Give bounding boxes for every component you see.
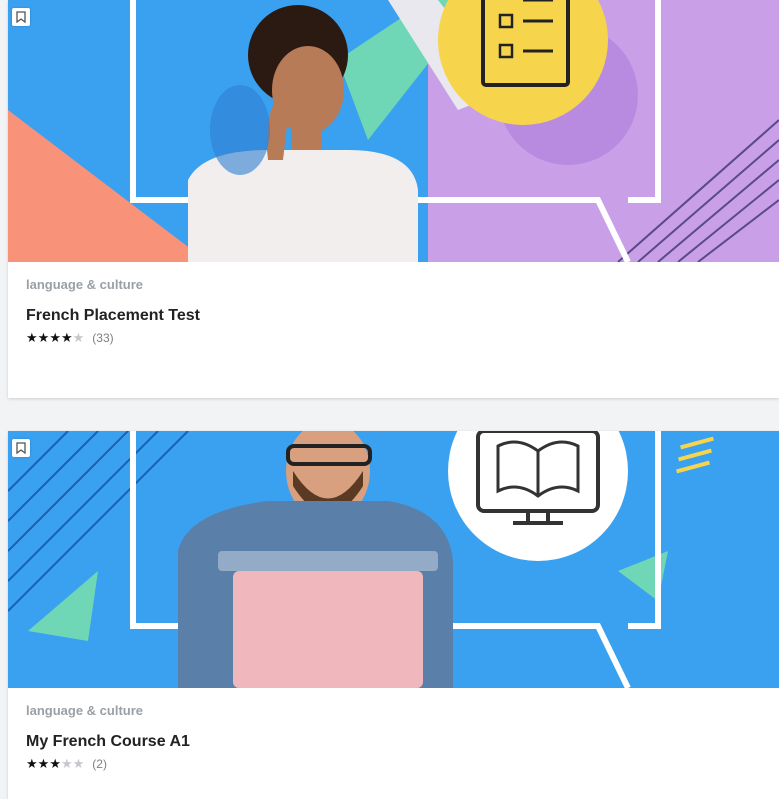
star-icon: ★ <box>72 330 85 345</box>
course-category: language & culture <box>26 703 144 718</box>
course-category: language & culture <box>26 277 144 292</box>
course-card[interactable]: language & culture French Placement Test… <box>8 0 779 398</box>
banner-illustration <box>8 0 779 262</box>
star-icon: ★ <box>37 330 50 345</box>
star-icon: ★ <box>49 756 61 771</box>
review-count: (2) <box>92 756 107 771</box>
review-count: (33) <box>92 330 114 345</box>
rating-stars: ★★★★★ <box>26 756 84 771</box>
banner-illustration <box>8 431 779 688</box>
star-icon: ★ <box>37 756 50 771</box>
rating-stars: ★★★★★ <box>26 330 84 345</box>
star-icon: ★ <box>26 756 38 771</box>
star-icon: ★ <box>60 330 73 345</box>
course-banner-image[interactable] <box>8 431 779 688</box>
course-banner-image[interactable] <box>8 0 779 262</box>
bookmark-icon <box>16 11 26 23</box>
bookmark-button[interactable] <box>12 8 30 26</box>
bookmark-button[interactable] <box>12 439 30 457</box>
star-icon: ★ <box>26 330 38 345</box>
bookmark-icon <box>16 442 26 454</box>
course-rating: ★★★★★ (33) <box>26 330 114 345</box>
course-title[interactable]: French Placement Test <box>26 307 200 325</box>
star-icon: ★ <box>49 330 61 345</box>
star-icon: ★ <box>72 756 85 771</box>
course-card[interactable]: language & culture My French Course A1 ★… <box>8 431 779 799</box>
course-rating: ★★★★★ (2) <box>26 756 107 771</box>
star-icon: ★ <box>60 756 73 771</box>
course-title[interactable]: My French Course A1 <box>26 733 190 751</box>
